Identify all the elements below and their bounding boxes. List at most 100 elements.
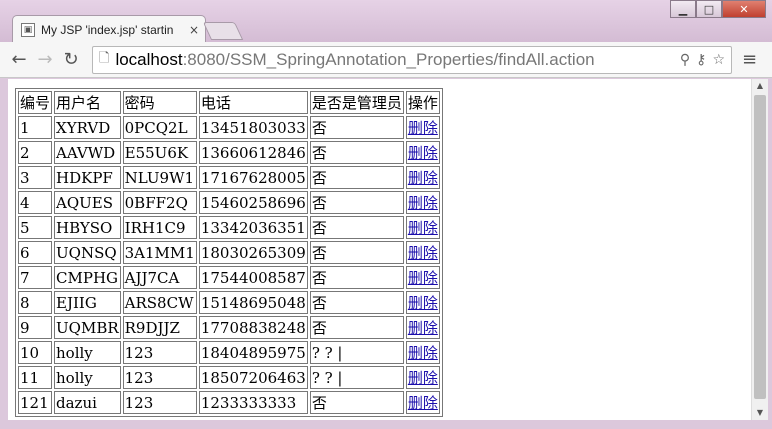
delete-link[interactable]: 删除 (408, 169, 438, 187)
scroll-up-icon[interactable]: ▲ (752, 79, 768, 93)
table-cell: 18404895975 (198, 341, 308, 364)
scroll-thumb[interactable] (754, 95, 766, 399)
url-text[interactable]: localhost:8080/SSM_SpringAnnotation_Prop… (115, 50, 673, 70)
table-cell: ARS8CW (122, 291, 197, 314)
table-cell: HDKPF (54, 166, 121, 189)
table-row: 5 HBYSO IRH1C9 13342036351 否删除 (18, 216, 440, 239)
window-titlebar: ▣ My JSP 'index.jsp' startin × ▁ □ ✕ (0, 0, 772, 43)
table-cell: HBYSO (54, 216, 121, 239)
table-cell: 否 (309, 266, 404, 289)
table-cell: 1233333333 (198, 391, 308, 414)
table-cell: 123 (122, 391, 197, 414)
table-cell: 123 (122, 341, 197, 364)
table-cell: 否 (309, 191, 404, 214)
table-row: 2 AAVWD E55U6K 13660612846 否删除 (18, 141, 440, 164)
table-cell: 8 (18, 291, 53, 314)
back-icon[interactable]: ← (6, 49, 32, 70)
table-cell: 0BFF2Q (122, 191, 197, 214)
delete-link[interactable]: 删除 (408, 194, 438, 212)
table-header-row: 编号 用户名 密码 电话 是否是管理员 操作 (18, 91, 440, 114)
delete-link[interactable]: 删除 (408, 244, 438, 262)
table-row: 9 UQMBR R9DJJZ 17708838248 否删除 (18, 316, 440, 339)
bookmark-star-icon[interactable]: ☆ (712, 52, 725, 68)
table-cell: 否 (309, 291, 404, 314)
delete-link[interactable]: 删除 (408, 219, 438, 237)
table-cell: ? ? | (309, 366, 404, 389)
table-cell: CMPHG (54, 266, 121, 289)
table-cell: 3A1MM1 (122, 241, 197, 264)
table-cell: 18030265309 (198, 241, 308, 264)
menu-icon[interactable]: ≡ (742, 49, 757, 70)
action-cell: 删除 (405, 216, 440, 239)
forward-icon[interactable]: → (32, 49, 58, 70)
delete-link[interactable]: 删除 (408, 319, 438, 337)
address-bar[interactable]: 🗋 localhost:8080/SSM_SpringAnnotation_Pr… (92, 45, 732, 74)
table-cell: 7 (18, 266, 53, 289)
action-cell: 删除 (405, 291, 440, 314)
table-cell: 4 (18, 191, 53, 214)
delete-link[interactable]: 删除 (408, 294, 438, 312)
table-row: 4 AQUES 0BFF2Q 15460258696 否删除 (18, 191, 440, 214)
vertical-scrollbar[interactable]: ▲ ▼ (751, 79, 768, 420)
delete-link[interactable]: 删除 (408, 369, 438, 387)
action-cell: 删除 (405, 341, 440, 364)
table-cell: 11 (18, 366, 53, 389)
table-cell: 18507206463 (198, 366, 308, 389)
table-cell: 9 (18, 316, 53, 339)
close-window-button[interactable]: ✕ (722, 0, 766, 18)
action-cell: 删除 (405, 366, 440, 389)
scroll-down-icon[interactable]: ▼ (752, 406, 768, 420)
page-info-icon[interactable]: 🗋 (99, 49, 109, 71)
minimize-button[interactable]: ▁ (670, 0, 696, 18)
table-cell: 否 (309, 141, 404, 164)
table-cell: IRH1C9 (122, 216, 197, 239)
users-table: 编号 用户名 密码 电话 是否是管理员 操作 1 XYRVD 0PCQ2L 1345180303… (15, 88, 443, 417)
delete-link[interactable]: 删除 (408, 269, 438, 287)
table-cell: 123 (122, 366, 197, 389)
table-row: 10 holly 123 18404895975? ? | 删除 (18, 341, 440, 364)
table-cell: R9DJJZ (122, 316, 197, 339)
table-cell: 17708838248 (198, 316, 308, 339)
table-cell: 否 (309, 316, 404, 339)
table-cell: 17544008587 (198, 266, 308, 289)
action-cell: 删除 (405, 316, 440, 339)
table-cell: 0PCQ2L (122, 116, 197, 139)
tab-close-icon[interactable]: × (189, 23, 199, 37)
tab-title: My JSP 'index.jsp' startin (41, 22, 174, 37)
table-cell: 否 (309, 216, 404, 239)
table-cell: XYRVD (54, 116, 121, 139)
table-cell: 15460258696 (198, 191, 308, 214)
table-cell: dazui (54, 391, 121, 414)
table-row: 1 XYRVD 0PCQ2L 13451803033 否删除 (18, 116, 440, 139)
table-row: 7 CMPHG AJJ7CA 17544008587 否删除 (18, 266, 440, 289)
table-row: 8 EJIIG ARS8CW 15148695048 否删除 (18, 291, 440, 314)
delete-link[interactable]: 删除 (408, 144, 438, 162)
table-cell: 否 (309, 391, 404, 414)
table-cell: holly (54, 341, 121, 364)
key-icon[interactable]: ⚷ (696, 52, 706, 68)
table-cell: 6 (18, 241, 53, 264)
delete-link[interactable]: 删除 (408, 119, 438, 137)
table-cell: holly (54, 366, 121, 389)
delete-link[interactable]: 删除 (408, 344, 438, 362)
table-cell: 15148695048 (198, 291, 308, 314)
table-cell: 否 (309, 241, 404, 264)
browser-tab[interactable]: ▣ My JSP 'index.jsp' startin × (12, 15, 206, 43)
action-cell: 删除 (405, 141, 440, 164)
table-cell: 121 (18, 391, 53, 414)
table-cell: AJJ7CA (122, 266, 197, 289)
table-row: 11 holly 123 18507206463? ? | 删除 (18, 366, 440, 389)
table-cell: 13451803033 (198, 116, 308, 139)
reload-icon[interactable]: ↻ (58, 49, 84, 70)
column-header: 编号 (18, 91, 53, 114)
table-cell: ? ? | (309, 341, 404, 364)
column-header: 密码 (122, 91, 197, 114)
action-cell: 删除 (405, 166, 440, 189)
table-cell: 否 (309, 116, 404, 139)
delete-link[interactable]: 删除 (408, 394, 438, 412)
zoom-icon[interactable]: ⚲ (680, 52, 690, 68)
page-content: 编号 用户名 密码 电话 是否是管理员 操作 1 XYRVD 0PCQ2L 1345180303… (8, 79, 751, 420)
action-cell: 删除 (405, 116, 440, 139)
maximize-button[interactable]: □ (696, 0, 722, 18)
new-tab-button[interactable] (202, 22, 244, 40)
